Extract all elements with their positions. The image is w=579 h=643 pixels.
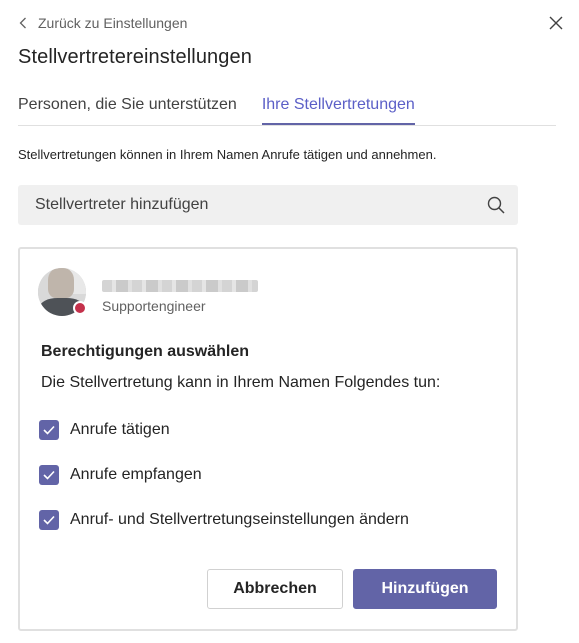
delegate-info: Supportengineer xyxy=(102,280,258,314)
delegate-name-redacted xyxy=(102,280,258,292)
add-button[interactable]: Hinzufügen xyxy=(353,569,497,609)
checkbox-checked[interactable] xyxy=(39,420,59,440)
permission-change-settings[interactable]: Anruf- und Stellvertretungseinstellungen… xyxy=(39,509,409,531)
tab-bar: Personen, die Sie unterstützen Ihre Stel… xyxy=(18,92,556,126)
checkmark-icon xyxy=(43,515,55,525)
add-delegate-search[interactable] xyxy=(18,185,518,225)
checkmark-icon xyxy=(43,425,55,435)
tab-people-you-support[interactable]: Personen, die Sie unterstützen xyxy=(18,92,237,119)
back-link-label: Zurück zu Einstellungen xyxy=(38,15,188,31)
delegate-role: Supportengineer xyxy=(102,298,206,314)
permission-make-calls[interactable]: Anrufe tätigen xyxy=(39,419,170,441)
checkbox-checked[interactable] xyxy=(39,510,59,530)
permissions-heading: Berechtigungen auswählen xyxy=(41,343,250,360)
tab-your-delegates[interactable]: Ihre Stellvertretungen xyxy=(261,92,415,125)
permission-receive-calls[interactable]: Anrufe empfangen xyxy=(39,464,202,486)
chevron-left-icon xyxy=(18,16,28,30)
presence-busy-indicator xyxy=(73,301,87,315)
checkbox-label: Anrufe empfangen xyxy=(70,466,202,483)
close-icon xyxy=(549,16,563,35)
checkbox-label: Anruf- und Stellvertretungseinstellungen… xyxy=(70,511,409,528)
delegate-person: Supportengineer xyxy=(38,268,258,316)
cancel-button[interactable]: Abbrechen xyxy=(207,569,343,609)
back-to-settings-link[interactable]: Zurück zu Einstellungen xyxy=(18,12,187,34)
checkbox-label: Anrufe tätigen xyxy=(70,421,170,438)
page-title: Stellvertretereinstellungen xyxy=(18,46,252,68)
checkmark-icon xyxy=(43,470,55,480)
description-text: Stellvertretungen können in Ihrem Namen … xyxy=(18,147,437,162)
add-delegate-input[interactable] xyxy=(33,195,486,215)
permissions-subheading: Die Stellvertretung kann in Ihrem Namen … xyxy=(41,374,441,391)
search-icon[interactable] xyxy=(486,195,506,215)
delegate-settings-panel: Zurück zu Einstellungen Stellvertreterei… xyxy=(0,0,579,643)
close-button[interactable] xyxy=(545,14,567,36)
checkbox-checked[interactable] xyxy=(39,465,59,485)
delegate-card: Supportengineer Berechtigungen auswählen… xyxy=(18,247,518,631)
